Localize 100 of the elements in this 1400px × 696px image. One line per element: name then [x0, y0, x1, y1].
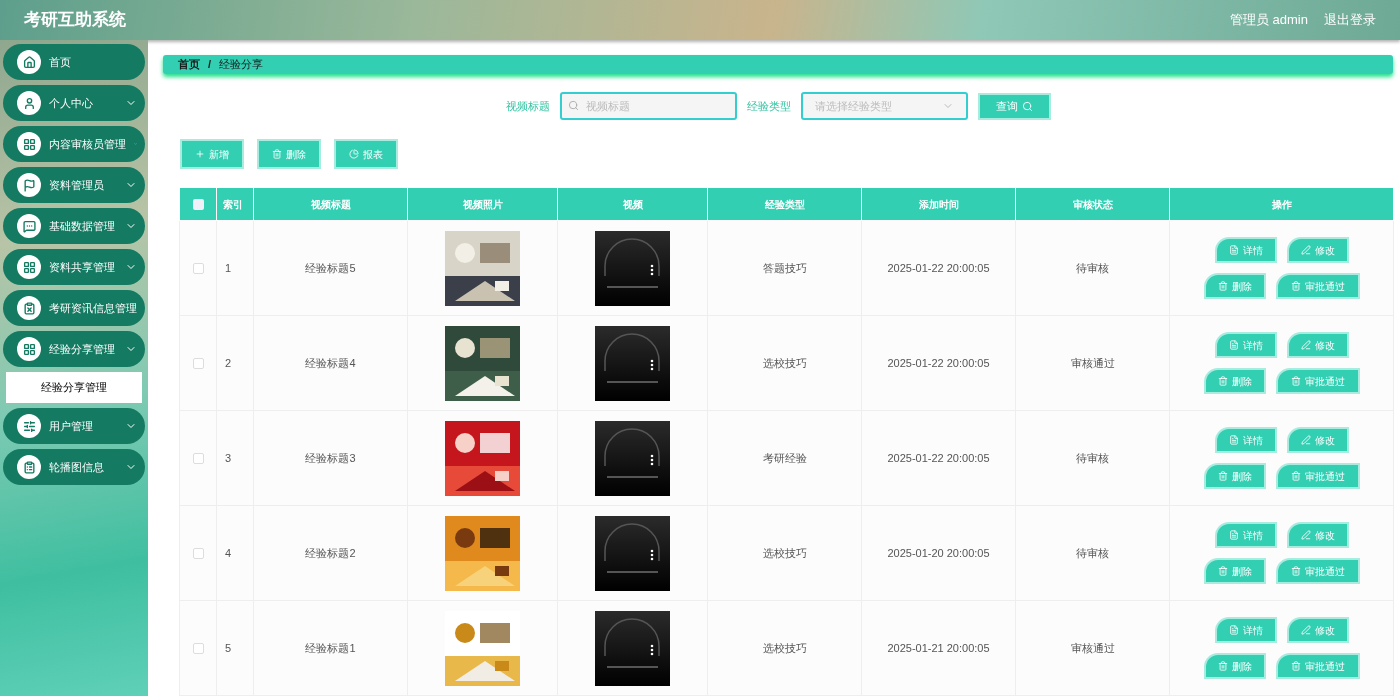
field-label: 经验类型: [746, 98, 791, 114]
action-button[interactable]: 详情: [1214, 332, 1277, 358]
action-button[interactable]: 详情: [1214, 237, 1277, 263]
menu-item[interactable]: 考研资讯信息管理: [3, 290, 145, 326]
action-button[interactable]: 审批通过: [1275, 463, 1360, 489]
table-cell: 审核通过: [1070, 641, 1115, 654]
trash-icon: [1290, 281, 1301, 291]
action-button[interactable]: 删除: [1203, 273, 1266, 299]
action-button[interactable]: 详情: [1214, 427, 1277, 453]
home-icon: [17, 50, 41, 74]
table-cell: 经验标题5: [305, 261, 356, 274]
row-checkbox[interactable]: [192, 548, 204, 560]
row-checkbox[interactable]: [192, 358, 204, 370]
trash-icon: [1290, 566, 1301, 576]
action-button[interactable]: 审批通过: [1275, 273, 1360, 299]
menu-item[interactable]: 内容审核员管理: [3, 126, 145, 162]
query-button[interactable]: 查询: [977, 92, 1051, 120]
menu-item[interactable]: 轮播图信息: [3, 449, 145, 485]
field-label: 视频标题: [505, 98, 550, 114]
action-button[interactable]: 修改: [1286, 332, 1349, 358]
logout-link[interactable]: 退出登录: [1324, 10, 1376, 30]
column-header: 视频: [557, 187, 708, 221]
table-cell: 待审核: [1076, 546, 1109, 559]
document-icon: [1228, 625, 1239, 635]
grid-icon: [17, 337, 41, 361]
menu-label: 首页: [49, 54, 72, 70]
trash-icon: [1217, 376, 1228, 386]
clipboard-icon: [17, 455, 41, 479]
breadcrumb-separator: /: [208, 57, 212, 73]
menu-label: 轮播图信息: [49, 459, 105, 475]
menu-item[interactable]: 首页: [3, 44, 145, 80]
action-button[interactable]: 删除: [1203, 463, 1266, 489]
trash-icon: [1217, 471, 1228, 481]
toolbar-button[interactable]: 新增: [180, 139, 244, 169]
action-button[interactable]: 审批通过: [1275, 558, 1360, 584]
row-checkbox[interactable]: [192, 263, 204, 275]
table-cell: 选校技巧: [762, 546, 807, 559]
menu-label: 考研资讯信息管理: [49, 300, 137, 316]
user-label: 管理员 admin: [1229, 11, 1308, 30]
grid-icon: [17, 255, 41, 279]
document-icon: [1228, 530, 1239, 540]
grid-icon: [17, 132, 41, 156]
action-button[interactable]: 详情: [1214, 522, 1277, 548]
table-cell: 2025-01-22 20:00:05: [887, 261, 990, 274]
trash-icon: [1217, 281, 1228, 291]
document-icon: [1228, 340, 1239, 350]
menu-item[interactable]: 基础数据管理: [3, 208, 145, 244]
column-header: 审核状态: [1015, 187, 1170, 221]
action-button[interactable]: 审批通过: [1275, 368, 1360, 394]
column-header: 视频标题: [253, 187, 408, 221]
trash-icon: [1290, 471, 1301, 481]
clipboard-icon: [17, 296, 41, 320]
table-cell: 5: [225, 641, 232, 654]
table-cell: 1: [225, 261, 232, 274]
menu-label: 用户管理: [49, 418, 94, 434]
user-icon: [17, 91, 41, 115]
menu-item[interactable]: 个人中心: [3, 85, 145, 121]
action-button[interactable]: 修改: [1286, 522, 1349, 548]
trash-icon: [1290, 376, 1301, 386]
pen-icon: [1300, 435, 1311, 445]
table-cell: 待审核: [1076, 451, 1109, 464]
select-all-checkbox[interactable]: [192, 199, 204, 211]
menu-item[interactable]: 用户管理: [3, 408, 145, 444]
table-cell: 2025-01-22 20:00:05: [887, 451, 990, 464]
column-header: 视频照片: [407, 187, 558, 221]
row-checkbox[interactable]: [192, 453, 204, 465]
table-cell: 经验标题2: [305, 546, 356, 559]
action-button[interactable]: 删除: [1203, 558, 1266, 584]
table-cell: 审核通过: [1070, 356, 1115, 369]
trash-icon: [1290, 661, 1301, 671]
table-cell: 经验标题3: [305, 451, 356, 464]
table-cell: 答题技巧: [762, 261, 807, 274]
column-header: 经验类型: [707, 187, 862, 221]
toolbar-button[interactable]: 删除: [257, 139, 321, 169]
chat-icon: [17, 214, 41, 238]
column-header: 索引: [216, 187, 254, 221]
document-icon: [1228, 435, 1239, 445]
row-checkbox[interactable]: [192, 643, 204, 655]
pen-icon: [1300, 625, 1311, 635]
search-icon: [1021, 100, 1033, 112]
action-button[interactable]: 删除: [1203, 368, 1266, 394]
sliders-icon: [17, 414, 41, 438]
trash-icon: [1217, 566, 1228, 576]
toolbar-button[interactable]: 报表: [334, 139, 398, 169]
action-button[interactable]: 审批通过: [1275, 653, 1360, 679]
app-title: 考研互助系统: [24, 9, 126, 32]
action-button[interactable]: 修改: [1286, 617, 1349, 643]
menu-item[interactable]: 经验分享管理: [3, 331, 145, 367]
table-cell: 2025-01-22 20:00:05: [887, 356, 990, 369]
submenu-item[interactable]: 经验分享管理: [6, 372, 142, 403]
menu-item[interactable]: 资料共享管理: [3, 249, 145, 285]
action-button[interactable]: 修改: [1286, 427, 1349, 453]
action-button[interactable]: 删除: [1203, 653, 1266, 679]
trash-icon: [1217, 661, 1228, 671]
document-icon: [1228, 245, 1239, 255]
action-button[interactable]: 修改: [1286, 237, 1349, 263]
action-button[interactable]: 详情: [1214, 617, 1277, 643]
pen-icon: [1300, 340, 1311, 350]
menu-item[interactable]: 资料管理员: [3, 167, 145, 203]
breadcrumb-link[interactable]: 首页: [178, 56, 200, 73]
